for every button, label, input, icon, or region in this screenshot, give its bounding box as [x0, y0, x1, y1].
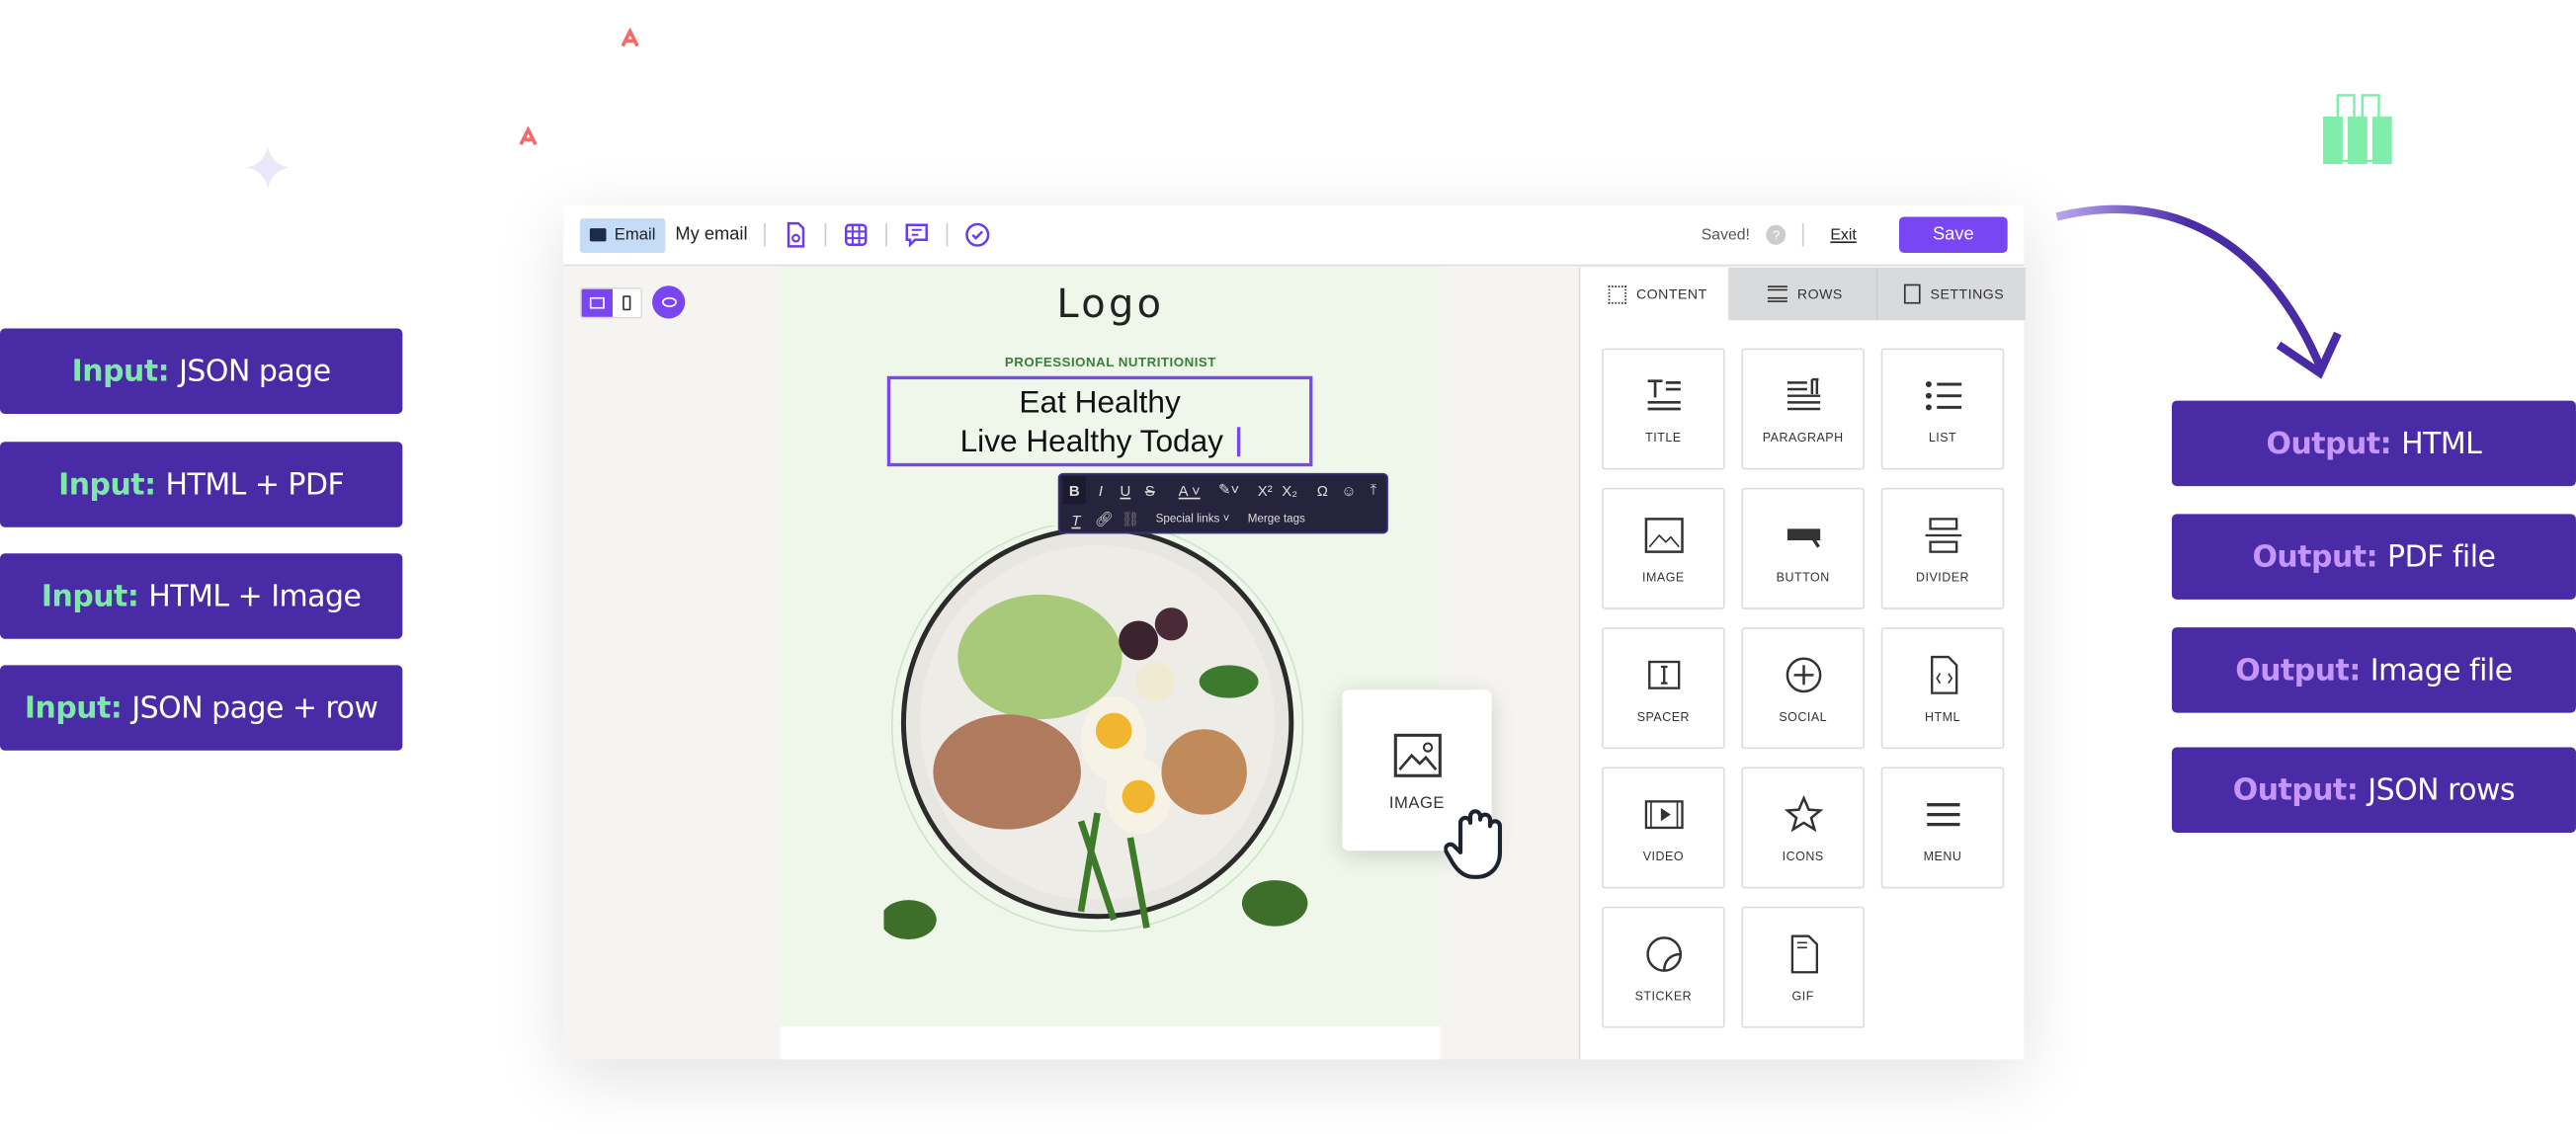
upload-icon[interactable]: ⤒ — [1362, 476, 1384, 504]
divider-icon — [1924, 517, 1961, 552]
tile-gif[interactable]: GIF — [1741, 906, 1866, 1028]
emoji-icon[interactable]: ☺ — [1337, 476, 1360, 504]
top-bar: Email My email Saved! ? Exit Save — [563, 204, 2025, 267]
input-pill: Input: JSON page + row — [0, 665, 403, 751]
image-icon — [1392, 732, 1442, 776]
merge-tags-button[interactable]: Merge tags — [1240, 506, 1312, 533]
tile-image[interactable]: IMAGE — [1602, 487, 1725, 609]
image-icon — [1643, 517, 1683, 553]
tab-rows[interactable]: ROWS — [1728, 268, 1876, 321]
special-links-dropdown[interactable]: Special links ˅ — [1148, 506, 1237, 533]
social-icon — [1785, 656, 1821, 692]
grab-hand-icon — [1444, 809, 1503, 879]
input-pill: Input: HTML + PDF — [0, 442, 403, 527]
input-pill: Input: JSON page — [0, 328, 403, 414]
arrow-icon — [2055, 204, 2342, 379]
tile-sticker[interactable]: STICKER — [1602, 906, 1725, 1028]
food-plate-image — [883, 526, 1308, 940]
paragraph-icon — [1787, 376, 1820, 410]
output-pill: Output: JSON rows — [2171, 747, 2576, 833]
brand-mark-icon — [519, 126, 538, 146]
tile-divider[interactable]: DIVIDER — [1880, 487, 2005, 609]
grid-icon[interactable] — [843, 221, 870, 248]
tile-button[interactable]: BUTTON — [1741, 487, 1866, 609]
tab-settings[interactable]: SETTINGS — [1875, 268, 2026, 321]
title-icon — [1646, 378, 1681, 410]
sparkle-icon — [246, 145, 290, 190]
email-editor: Email My email Saved! ? Exit Save CONTEN… — [563, 204, 2026, 1060]
superscript-button[interactable]: X² — [1254, 476, 1277, 504]
side-panel: CONTENT ROWS SETTINGS TITLE PARAGRAPH LIST… — [1578, 268, 2026, 1060]
email-type-badge[interactable]: Email — [579, 217, 666, 253]
tile-list[interactable]: LIST — [1880, 348, 2005, 470]
output-pill: Output: Image file — [2171, 627, 2576, 713]
gif-icon — [1789, 933, 1818, 973]
tile-title[interactable]: TITLE — [1602, 348, 1725, 470]
icons-icon — [1783, 794, 1823, 832]
comment-icon[interactable] — [903, 221, 930, 248]
rows-icon — [1767, 285, 1787, 302]
logo: Logo — [1056, 281, 1165, 327]
list-icon — [1925, 380, 1961, 410]
mobile-view-icon[interactable] — [613, 287, 641, 317]
email-name[interactable]: My email — [675, 225, 747, 245]
output-pill: Output: HTML — [2171, 400, 2576, 487]
tile-menu[interactable]: MENU — [1880, 767, 2005, 889]
envelope-icon — [589, 228, 607, 242]
sticker-icon — [1645, 935, 1682, 972]
help-icon[interactable]: ? — [1766, 224, 1787, 245]
tile-icons[interactable]: ICONS — [1741, 767, 1866, 889]
unlink-icon[interactable]: ⛓︎ — [1119, 506, 1141, 533]
underline-button[interactable]: U — [1114, 476, 1136, 504]
font-color-button[interactable]: A ˅ — [1171, 476, 1207, 504]
special-chars-button[interactable]: Ω — [1311, 476, 1334, 504]
email-footer-row — [780, 1026, 1442, 1060]
highlight-color-icon[interactable]: ✎˅ — [1210, 476, 1247, 504]
input-pill: Input: HTML + Image — [0, 553, 403, 639]
exit-link[interactable]: Exit — [1830, 226, 1856, 244]
save-button[interactable]: Save — [1898, 216, 2008, 254]
clear-format-icon[interactable]: T — [1063, 506, 1090, 533]
headline-block[interactable]: Eat Healthy Live Healthy Today — [886, 375, 1313, 467]
bold-button[interactable]: B — [1062, 476, 1086, 505]
output-pill: Output: PDF file — [2171, 514, 2576, 600]
italic-button[interactable]: I — [1089, 476, 1112, 504]
brand-mark-icon — [621, 28, 639, 47]
tab-content[interactable]: CONTENT — [1580, 268, 1729, 321]
blocks-icon — [1608, 284, 1626, 303]
button-icon — [1787, 527, 1820, 547]
link-icon[interactable]: 🔗︎ — [1093, 506, 1116, 533]
html-icon — [1930, 655, 1957, 693]
tile-social[interactable]: SOCIAL — [1741, 627, 1866, 750]
video-icon — [1643, 799, 1683, 829]
text-cursor — [1236, 427, 1240, 457]
tile-paragraph[interactable]: PARAGRAPH — [1741, 348, 1866, 470]
file-settings-icon[interactable] — [782, 221, 808, 248]
subscript-button[interactable]: X₂ — [1279, 476, 1301, 504]
strikethrough-button[interactable]: S — [1138, 476, 1161, 504]
tile-video[interactable]: VIDEO — [1602, 767, 1725, 889]
settings-icon — [1903, 284, 1921, 304]
desktop-view-icon[interactable] — [581, 287, 614, 317]
eyebrow-text: PROFESSIONAL NUTRITIONIST — [1004, 355, 1216, 370]
tile-html[interactable]: HTML — [1880, 627, 2005, 750]
bars-icon — [2322, 94, 2392, 165]
save-status: Saved! — [1701, 225, 1750, 244]
view-controls — [579, 285, 686, 319]
menu-icon — [1926, 802, 1959, 826]
check-circle-icon[interactable] — [964, 221, 991, 248]
spacer-icon — [1647, 660, 1680, 688]
text-format-toolbar: B I U S A ˅ ✎˅ X² X₂ Ω ☺ ⤒ T 🔗︎ ⛓︎ Speci… — [1057, 472, 1388, 534]
tile-spacer[interactable]: SPACER — [1602, 627, 1725, 750]
preview-eye-icon[interactable] — [652, 285, 686, 319]
